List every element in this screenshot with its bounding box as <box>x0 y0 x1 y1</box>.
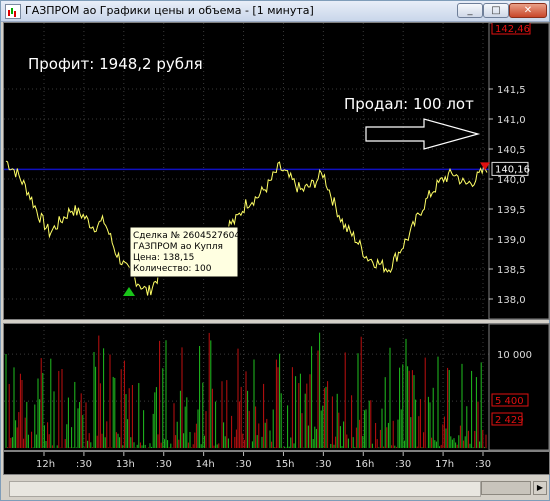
volume-tick-label: 10 000 <box>497 350 532 361</box>
time-tick-label: 17h <box>435 459 454 470</box>
time-tick-label: 16h <box>355 459 374 470</box>
profit-annotation: Профит: 1948,2 рубля <box>28 55 203 73</box>
volume-axis-panel <box>488 324 549 450</box>
volume-chart-pane[interactable]: 10 0005 0005 4002 429 <box>3 323 550 451</box>
current-price-badge: 140,16 <box>491 161 530 176</box>
price-tick-label: 141,5 <box>497 85 526 96</box>
time-tick-label: :30 <box>156 459 172 470</box>
tooltip-price: Цена: 138,15 <box>133 253 194 263</box>
window-title: ГАЗПРОМ ао Графики цены и объема - [1 ми… <box>25 4 314 17</box>
price-tick-label: 141,0 <box>497 115 526 126</box>
time-tick-label: :30 <box>315 459 331 470</box>
horizontal-scrollbar[interactable]: ▶ <box>3 477 548 499</box>
price-tick-label: 140,5 <box>497 145 526 156</box>
scroll-thumb[interactable] <box>481 481 531 495</box>
volume-current-badge-label: 2 429 <box>495 415 524 426</box>
volume-red-badge-label: 5 400 <box>495 396 524 407</box>
sold-annotation: Продал: 100 лот <box>344 95 474 113</box>
close-button[interactable]: ✕ <box>509 3 547 18</box>
current-price-badge-label: 140,16 <box>495 164 530 175</box>
time-tick-label: :30 <box>475 459 491 470</box>
title-bar[interactable]: ГАЗПРОМ ао Графики цены и объема - [1 ми… <box>1 1 549 22</box>
trade-tooltip: Сделка № 2604527604 ГАЗПРОМ ао Купля Цен… <box>129 226 240 278</box>
time-tick-label: :30 <box>76 459 92 470</box>
maximize-button[interactable]: □ <box>483 3 509 18</box>
time-axis: 12h :30 13h :30 14h :30 15h :30 16h :30 17h :30 <box>3 451 550 475</box>
price-tick-label: 138,0 <box>497 295 526 306</box>
time-tick-label: :30 <box>236 459 252 470</box>
tooltip-deal-number: Сделка № 2604527604 <box>133 231 240 241</box>
price-max-badge-label: 142,46 <box>495 24 530 35</box>
volume-red-badge: 5 400 <box>491 393 529 407</box>
tooltip-quantity: Количество: 100 <box>133 264 212 274</box>
volume-axis: 10 0005 0005 4002 429 <box>488 324 549 450</box>
time-tick-label: 14h <box>196 459 215 470</box>
price-chart-pane[interactable]: 141,5 141,0 140,5 140,0 139,5 139,0 138,5 138,0… <box>3 22 550 320</box>
scroll-track[interactable] <box>9 481 481 497</box>
time-axis-chart: 12h :30 13h :30 14h :30 15h :30 16h :30 17h :30 <box>36 452 491 470</box>
price-tick-label: 140,0 <box>497 175 526 186</box>
price-series-line <box>5 160 488 296</box>
scroll-right-arrow-icon[interactable]: ▶ <box>533 481 547 495</box>
volume-current-badge: 2 429 <box>491 412 524 426</box>
volume-chart: 10 0005 0005 4002 429 <box>4 324 549 450</box>
time-tick-label: 15h <box>275 459 294 470</box>
chart-window: ГАЗПРОМ ао Графики цены и объема - [1 ми… <box>0 0 550 501</box>
tooltip-instrument: ГАЗПРОМ ао Купля <box>133 242 223 252</box>
price-tick-label: 139,5 <box>497 205 526 216</box>
green-triangle-icon[interactable] <box>123 287 135 296</box>
time-tick-label: 13h <box>116 459 135 470</box>
price-chart: 141,5 141,0 140,5 140,0 139,5 139,0 138,5 138,0… <box>4 23 549 319</box>
volume-bars <box>5 332 487 448</box>
minimize-button[interactable]: _ <box>457 3 483 18</box>
price-tick-label: 139,0 <box>497 235 526 246</box>
price-max-badge: 142,46 <box>491 23 531 35</box>
white-arrow-icon <box>365 118 481 150</box>
time-tick-label: :30 <box>395 459 411 470</box>
time-tick-label: 12h <box>36 459 55 470</box>
price-tick-label: 138,5 <box>497 265 526 276</box>
price-axis: 141,5 141,0 140,5 140,0 139,5 139,0 138,5 138,0… <box>488 23 549 319</box>
chart-app-icon <box>5 4 21 19</box>
